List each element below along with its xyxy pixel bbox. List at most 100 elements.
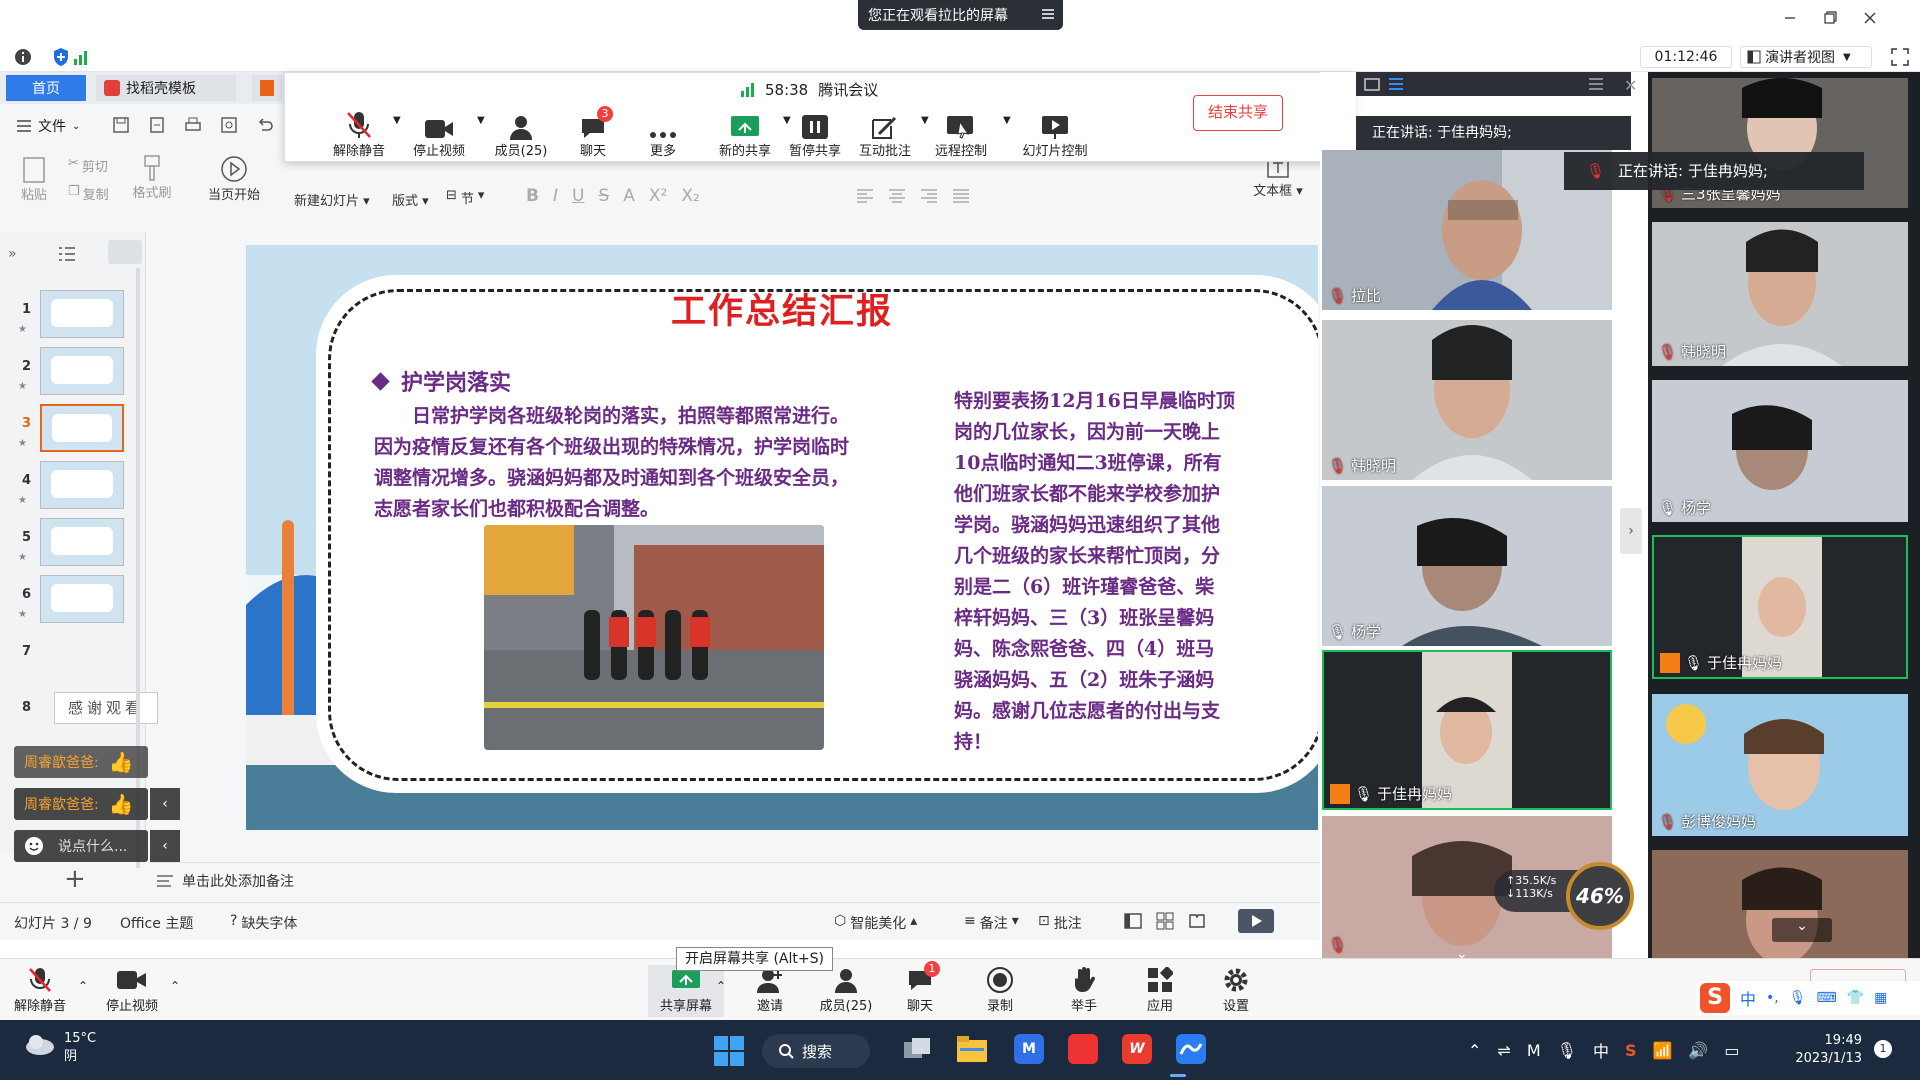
tab-ppt-file[interactable] bbox=[252, 75, 282, 101]
end-share-button[interactable]: 结束共享 bbox=[1193, 95, 1283, 131]
volume-icon[interactable]: 🔊 bbox=[1688, 1041, 1708, 1060]
tray-settings-icon[interactable]: ⇌ bbox=[1497, 1041, 1510, 1060]
justify-icon[interactable] bbox=[952, 188, 970, 204]
superscript-icon[interactable]: X² bbox=[649, 186, 667, 206]
outline-view-icon[interactable] bbox=[58, 246, 76, 262]
italic-icon[interactable]: I bbox=[553, 186, 558, 206]
ime-apps-icon[interactable]: ▦ bbox=[1874, 990, 1887, 1006]
invite-button[interactable]: 邀请 bbox=[732, 965, 808, 1014]
undo-icon[interactable] bbox=[256, 116, 274, 134]
beautify-button[interactable]: ⬡ 智能美化 ▴ bbox=[834, 913, 917, 933]
close-panel-icon[interactable]: ✕ bbox=[1624, 76, 1637, 95]
add-slide-icon[interactable]: + bbox=[64, 864, 86, 894]
settings-button[interactable]: 设置 bbox=[1198, 965, 1274, 1014]
weather-icon[interactable] bbox=[22, 1032, 56, 1056]
video-options-chevron[interactable]: ⌃ bbox=[170, 979, 180, 993]
theme-name[interactable]: Office 主题 bbox=[120, 913, 193, 933]
gallery-tile-3[interactable]: 🎙 杨学 bbox=[1652, 380, 1908, 522]
bottom-members-button[interactable]: 成员(25) bbox=[808, 965, 884, 1014]
preview-icon[interactable] bbox=[220, 116, 238, 134]
share-options-chevron[interactable]: ⌃ bbox=[716, 979, 726, 993]
ime-chinese-icon[interactable]: 中 bbox=[1740, 986, 1756, 1010]
slide-control-button[interactable]: 幻灯片控制 bbox=[1005, 108, 1105, 159]
ime-mic-icon[interactable]: 🎙 bbox=[1789, 990, 1807, 1006]
subscript-icon[interactable]: X₂ bbox=[681, 186, 699, 206]
slide-thumbnail[interactable] bbox=[40, 290, 124, 338]
stop-video-button[interactable]: 停止视频 bbox=[399, 108, 479, 159]
bottom-stop-video-button[interactable]: 停止视频 bbox=[94, 965, 170, 1014]
annotate-button[interactable]: 互动批注 bbox=[845, 108, 925, 159]
play-from-current-button[interactable]: 当页开始 bbox=[198, 154, 270, 203]
underline-icon[interactable]: U bbox=[572, 186, 584, 206]
info-icon[interactable] bbox=[14, 48, 32, 66]
wifi-icon[interactable]: 📶 bbox=[1652, 1041, 1672, 1060]
punctuation-icon[interactable]: •, bbox=[1766, 990, 1779, 1006]
menu-icon[interactable] bbox=[1041, 7, 1055, 21]
strike-icon[interactable]: S bbox=[598, 186, 609, 206]
tray-mic-icon[interactable]: 🎙 bbox=[1557, 1041, 1577, 1060]
save-icon[interactable] bbox=[112, 116, 130, 134]
file-explorer-icon[interactable] bbox=[956, 1034, 988, 1064]
sogou-icon[interactable]: S bbox=[1700, 983, 1730, 1013]
gallery-scroll-down-icon[interactable]: ⌄ bbox=[1772, 918, 1832, 942]
slide-thumbnail[interactable] bbox=[40, 518, 124, 566]
paste-button[interactable]: 粘贴 bbox=[14, 154, 54, 203]
video-tile-2[interactable]: 🎙 韩晓明 bbox=[1322, 320, 1612, 480]
remote-control-button[interactable]: 远程控制 bbox=[921, 108, 1001, 159]
unmute-button[interactable]: 解除静音 bbox=[319, 108, 399, 159]
tab-home[interactable]: 首页 bbox=[6, 75, 86, 101]
align-right-icon[interactable] bbox=[920, 188, 938, 204]
battery-icon[interactable]: ▭ bbox=[1724, 1041, 1739, 1060]
tray-ime-label[interactable]: 中 bbox=[1593, 1038, 1609, 1062]
align-center-icon[interactable] bbox=[888, 188, 906, 204]
video-tile-4[interactable]: 🎙 于佳冉妈妈 bbox=[1322, 650, 1612, 810]
new-share-button[interactable]: 新的共享 bbox=[705, 108, 785, 159]
fullscreen-icon[interactable] bbox=[1890, 47, 1910, 67]
close-icon[interactable] bbox=[1860, 8, 1880, 28]
shield-icon[interactable] bbox=[52, 47, 70, 67]
gallery-tile-5[interactable]: 🎙 彭博俊妈妈 bbox=[1652, 694, 1908, 836]
tray-sogou-icon[interactable]: S bbox=[1625, 1041, 1637, 1060]
collapse-panel-icon[interactable]: » bbox=[8, 246, 17, 262]
restore-icon[interactable] bbox=[1820, 8, 1840, 28]
bottom-unmute-button[interactable]: 解除静音 bbox=[2, 965, 78, 1014]
skin-icon[interactable]: 👕 bbox=[1847, 990, 1864, 1006]
slide-thumbnail[interactable] bbox=[40, 347, 124, 395]
video-tile-3[interactable]: 🎙 杨学 bbox=[1322, 486, 1612, 646]
apps-button[interactable]: 应用 bbox=[1122, 965, 1198, 1014]
file-menu[interactable]: 文件 ⌄ bbox=[16, 116, 80, 136]
view-mode-select[interactable]: 演讲者视图 ▼ bbox=[1740, 46, 1872, 68]
notes-bar[interactable]: 单击此处添加备注 bbox=[148, 862, 1320, 898]
missing-font-button[interactable]: ? 缺失字体 bbox=[230, 913, 297, 933]
copy-button[interactable]: ❐ 复制 bbox=[68, 184, 109, 203]
task-view-icon[interactable] bbox=[902, 1036, 932, 1064]
app-m-icon[interactable]: M bbox=[1014, 1034, 1044, 1064]
minimize-icon[interactable] bbox=[1780, 8, 1800, 28]
bottom-share-screen-button[interactable]: 共享屏幕 bbox=[648, 965, 724, 1017]
slide-thumbnail[interactable] bbox=[40, 404, 124, 452]
thumbnail-view-icon[interactable] bbox=[108, 240, 142, 264]
reading-view-icon[interactable] bbox=[1188, 912, 1206, 930]
taskbar-search[interactable]: 搜索 bbox=[762, 1034, 870, 1068]
comments-button[interactable]: ⊡ 批注 bbox=[1038, 913, 1082, 933]
slide-canvas[interactable]: 工作总结汇报 护学岗落实 日常护学岗各班级轮岗的落实，拍照等都照常进行。 因为疫… bbox=[246, 245, 1318, 830]
windows-start-icon[interactable] bbox=[714, 1036, 744, 1066]
new-slide-button[interactable]: 新建幻灯片 ▾ bbox=[294, 190, 370, 209]
members-button[interactable]: 成员(25) bbox=[481, 108, 561, 159]
layout-button[interactable]: 版式 ▾ bbox=[392, 190, 429, 209]
signal-icon[interactable] bbox=[72, 48, 90, 66]
expand-panel-icon[interactable]: › bbox=[1620, 508, 1642, 554]
keyboard-icon[interactable]: ⌨ bbox=[1817, 990, 1837, 1006]
gallery-tile-4[interactable]: 🎙 于佳冉妈妈 bbox=[1652, 535, 1908, 679]
normal-view-icon[interactable] bbox=[1124, 912, 1142, 930]
grid-view-icon[interactable] bbox=[1156, 912, 1174, 930]
more-button[interactable]: 更多 bbox=[623, 108, 703, 159]
record-button[interactable]: 录制 bbox=[962, 965, 1038, 1014]
raise-hand-button[interactable]: 举手 bbox=[1046, 965, 1122, 1014]
list-icon[interactable] bbox=[1388, 76, 1404, 92]
pause-share-button[interactable]: 暂停共享 bbox=[775, 108, 855, 159]
tab-docer-templates[interactable]: 找稻壳模板 bbox=[96, 75, 236, 101]
tray-app-icon[interactable]: Ⅿ bbox=[1527, 1041, 1541, 1060]
tencent-meeting-icon[interactable] bbox=[1176, 1034, 1206, 1064]
bold-icon[interactable]: B bbox=[526, 186, 539, 206]
